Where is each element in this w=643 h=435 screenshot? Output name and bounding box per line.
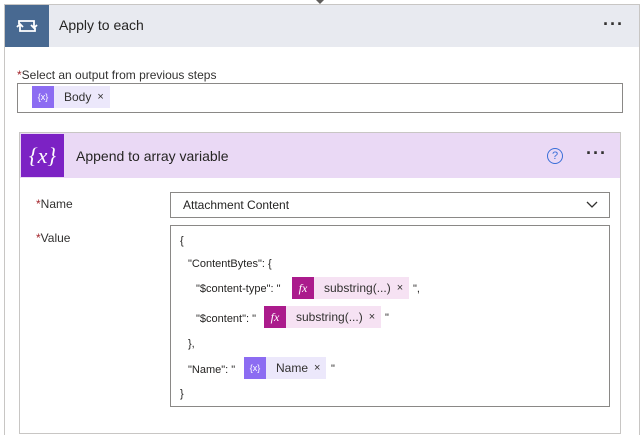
value-editor[interactable]: { "ContentBytes": { "$content-type": " f…	[170, 225, 610, 407]
code-line: "Name": "	[188, 364, 236, 376]
remove-token-icon[interactable]: ×	[369, 311, 381, 323]
apply-to-each-header[interactable]: Apply to each ···	[5, 5, 639, 47]
remove-token-icon[interactable]: ×	[397, 282, 409, 294]
code-line: },	[188, 338, 195, 350]
append-to-array-card: {x} Append to array variable ? ··· *Name…	[19, 132, 621, 434]
remove-token-icon[interactable]: ×	[314, 362, 326, 374]
variable-icon: {x}	[244, 357, 266, 379]
substring-token-label: substring(...)	[296, 310, 363, 324]
connector-arrow-icon	[316, 0, 324, 4]
code-line: "$content": "	[196, 313, 257, 325]
code-line: ",	[413, 283, 420, 295]
code-line: {	[180, 235, 184, 247]
substring-token[interactable]: fx substring(...) ×	[292, 277, 410, 299]
function-icon: fx	[292, 277, 314, 299]
apply-to-each-title: Apply to each	[59, 17, 144, 33]
append-to-array-header[interactable]: {x} Append to array variable ? ···	[20, 133, 620, 178]
more-options-icon[interactable]: ···	[603, 14, 624, 35]
code-line: "$content-type": "	[196, 283, 281, 295]
chevron-down-icon[interactable]	[585, 197, 599, 214]
remove-token-icon[interactable]: ×	[97, 91, 109, 103]
variable-action-icon: {x}	[21, 134, 64, 177]
name-dropdown[interactable]: Attachment Content	[170, 192, 610, 218]
append-to-array-title: Append to array variable	[76, 148, 229, 164]
name-token-label: Name	[276, 361, 309, 375]
help-icon[interactable]: ?	[547, 148, 563, 164]
body-token[interactable]: {x} Body ×	[32, 86, 110, 108]
code-line: }	[180, 388, 184, 400]
name-dropdown-value: Attachment Content	[183, 198, 290, 212]
select-output-label: *Select an output from previous steps	[17, 68, 217, 82]
code-line: "	[385, 312, 389, 324]
variable-icon: {x}	[32, 86, 54, 108]
function-icon: fx	[264, 306, 286, 328]
code-line: "ContentBytes": {	[188, 258, 272, 270]
value-field-label: *Value	[36, 231, 71, 245]
name-token[interactable]: {x} Name ×	[244, 357, 327, 379]
loop-icon	[5, 5, 49, 47]
substring-token[interactable]: fx substring(...) ×	[264, 306, 382, 328]
name-field-label: *Name	[36, 197, 73, 211]
apply-to-each-container: Apply to each ··· *Select an output from…	[4, 4, 640, 435]
select-output-input[interactable]: {x} Body ×	[17, 83, 623, 113]
more-options-icon[interactable]: ···	[586, 143, 607, 164]
body-token-label: Body	[64, 90, 92, 104]
code-line: "	[331, 363, 335, 375]
substring-token-label: substring(...)	[324, 281, 391, 295]
